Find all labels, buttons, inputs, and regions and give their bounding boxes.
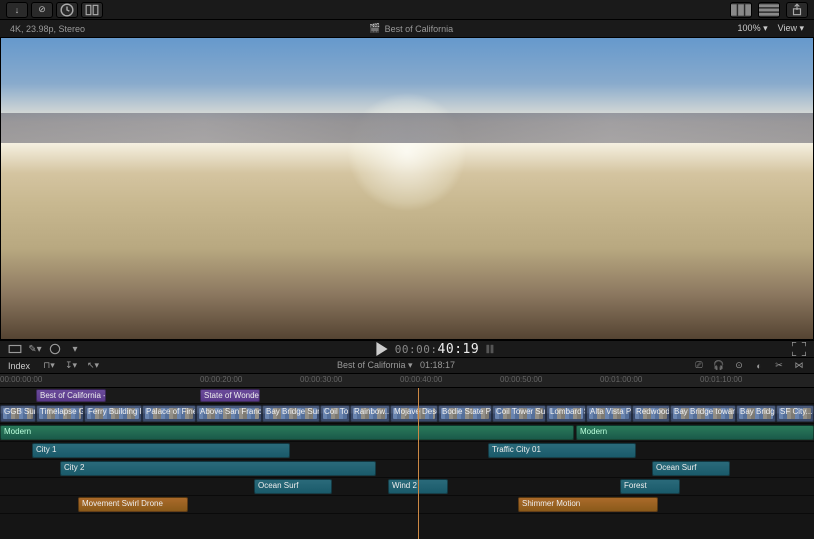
audio-track-2[interactable]: City 2 Ocean Surf [0, 460, 814, 478]
effects-track[interactable]: Movement Swirl Drone Shimmer Motion [0, 496, 814, 514]
ruler-tick: 00:00:50:00 [500, 375, 542, 384]
zoom-dropdown[interactable]: 100% ▾ [738, 23, 768, 34]
clip[interactable]: Timelapse GGB [36, 405, 84, 422]
clip[interactable]: Best of California - 3D [36, 389, 106, 402]
project-title: Best of California [385, 24, 454, 34]
clip[interactable]: Traffic City 01 [488, 443, 636, 458]
viewer-canvas[interactable] [0, 38, 814, 340]
clip[interactable]: Palace of Fine Arts [142, 405, 196, 422]
ruler-tick: 00:00:40:00 [400, 375, 442, 384]
view-dropdown[interactable]: View ▾ [778, 23, 804, 34]
clip[interactable]: Modern [0, 425, 574, 440]
clip[interactable]: Redwoods [632, 405, 670, 422]
resolution-label: 4K, 23.98p, Stereo [10, 24, 85, 34]
clip[interactable]: Shimmer Motion [518, 497, 658, 512]
clip[interactable]: City 1 [32, 443, 290, 458]
clip[interactable]: Bay Bridge Sunset [262, 405, 320, 422]
effects-dropdown[interactable]: ▾ [68, 342, 82, 356]
clip[interactable]: Modern [576, 425, 814, 440]
index-button[interactable]: Index [8, 361, 30, 371]
clip[interactable]: Bay Bridge toward SF [670, 405, 736, 422]
timeline-ruler[interactable]: 00:00:00:00 00:00:20:00 00:00:30:00 00:00:4… [0, 374, 814, 388]
music-track[interactable]: ModernModern [0, 424, 814, 442]
share-button[interactable] [786, 2, 808, 18]
clip-appearance-button[interactable] [8, 342, 22, 356]
tools-dropdown[interactable]: ✎▾ [28, 342, 42, 356]
retiming-button[interactable]: ⋈ [792, 359, 806, 373]
clip-connect-button[interactable]: ⊓▾ [42, 359, 56, 373]
primary-video-track[interactable]: GGB SunsetTimelapse GGBFerry Building Pa… [0, 404, 814, 424]
timecode-display[interactable]: 00:00:40:19 [395, 342, 479, 357]
ruler-tick: 00:00:30:00 [300, 375, 342, 384]
clip[interactable]: Coil To... [320, 405, 350, 422]
layout-list-button[interactable] [758, 2, 780, 18]
clip[interactable]: Forest [620, 479, 680, 494]
timeline-area[interactable]: Best of California - 3D State of Wonder G… [0, 388, 814, 539]
clip[interactable]: SF City... [776, 405, 814, 422]
clip[interactable]: Movement Swirl Drone [78, 497, 188, 512]
clip[interactable]: Ocean Surf [652, 461, 730, 476]
clip[interactable]: Mojave Desert [390, 405, 438, 422]
audio-meters-icon [485, 342, 499, 356]
skimming-button[interactable]: ⎚ [692, 359, 706, 373]
viewer-infobar: 4K, 23.98p, Stereo 🎬 Best of California … [0, 20, 814, 38]
import-button[interactable]: ↓ [6, 2, 28, 18]
arrow-tool[interactable]: ↖▾ [86, 359, 100, 373]
clip[interactable]: GGB Sunset [0, 405, 36, 422]
insert-button[interactable]: ↧▾ [64, 359, 78, 373]
clip[interactable]: Ocean Surf [254, 479, 332, 494]
clip[interactable]: Rainbow... [350, 405, 390, 422]
play-button[interactable] [375, 342, 389, 356]
top-toolbar: ↓ ⊘ [0, 0, 814, 20]
background-tasks-button[interactable] [56, 2, 78, 18]
audio-track-3[interactable]: Ocean SurfWind 2Forest [0, 478, 814, 496]
clip[interactable]: Alta Vista Park [586, 405, 632, 422]
solo-button[interactable]: ◐ [752, 359, 766, 373]
timeline-title[interactable]: Best of California ▾ 01:18:17 [100, 360, 692, 371]
fullscreen-button[interactable] [792, 342, 806, 356]
snapping-button[interactable]: ⊙ [732, 359, 746, 373]
clip[interactable]: Coil Tower Sunset [492, 405, 546, 422]
clapperboard-icon: 🎬 [369, 23, 380, 34]
clip[interactable]: Bodie State Park [438, 405, 492, 422]
ruler-tick: 00:00:00:00 [0, 375, 42, 384]
playhead[interactable] [418, 388, 419, 539]
clip[interactable]: Above San Francisco [196, 405, 262, 422]
transport-bar: ✎▾ ▾ 00:00:40:19 [0, 340, 814, 358]
ruler-tick: 00:01:00:00 [600, 375, 642, 384]
titles-track[interactable]: Best of California - 3D State of Wonder [0, 388, 814, 404]
clip[interactable]: Lombard St... [546, 405, 586, 422]
library-toggle-button[interactable] [81, 2, 103, 18]
clip[interactable]: Ferry Building Part 2 [84, 405, 142, 422]
color-button[interactable] [48, 342, 62, 356]
keyword-button[interactable]: ⊘ [31, 2, 53, 18]
clip-trimming-button[interactable]: ✂ [772, 359, 786, 373]
timeline-header: Index ⊓▾ ↧▾ ↖▾ Best of California ▾ 01:1… [0, 358, 814, 374]
layout-filmstrip-button[interactable] [730, 2, 752, 18]
ruler-tick: 00:01:10:00 [700, 375, 742, 384]
clip[interactable]: City 2 [60, 461, 376, 476]
ruler-tick: 00:00:20:00 [200, 375, 242, 384]
clip[interactable]: State of Wonder [200, 389, 260, 402]
audio-skimming-button[interactable]: 🎧 [712, 359, 726, 373]
clip[interactable]: Bay Bridge [736, 405, 776, 422]
audio-track-1[interactable]: City 1 Traffic City 01 [0, 442, 814, 460]
